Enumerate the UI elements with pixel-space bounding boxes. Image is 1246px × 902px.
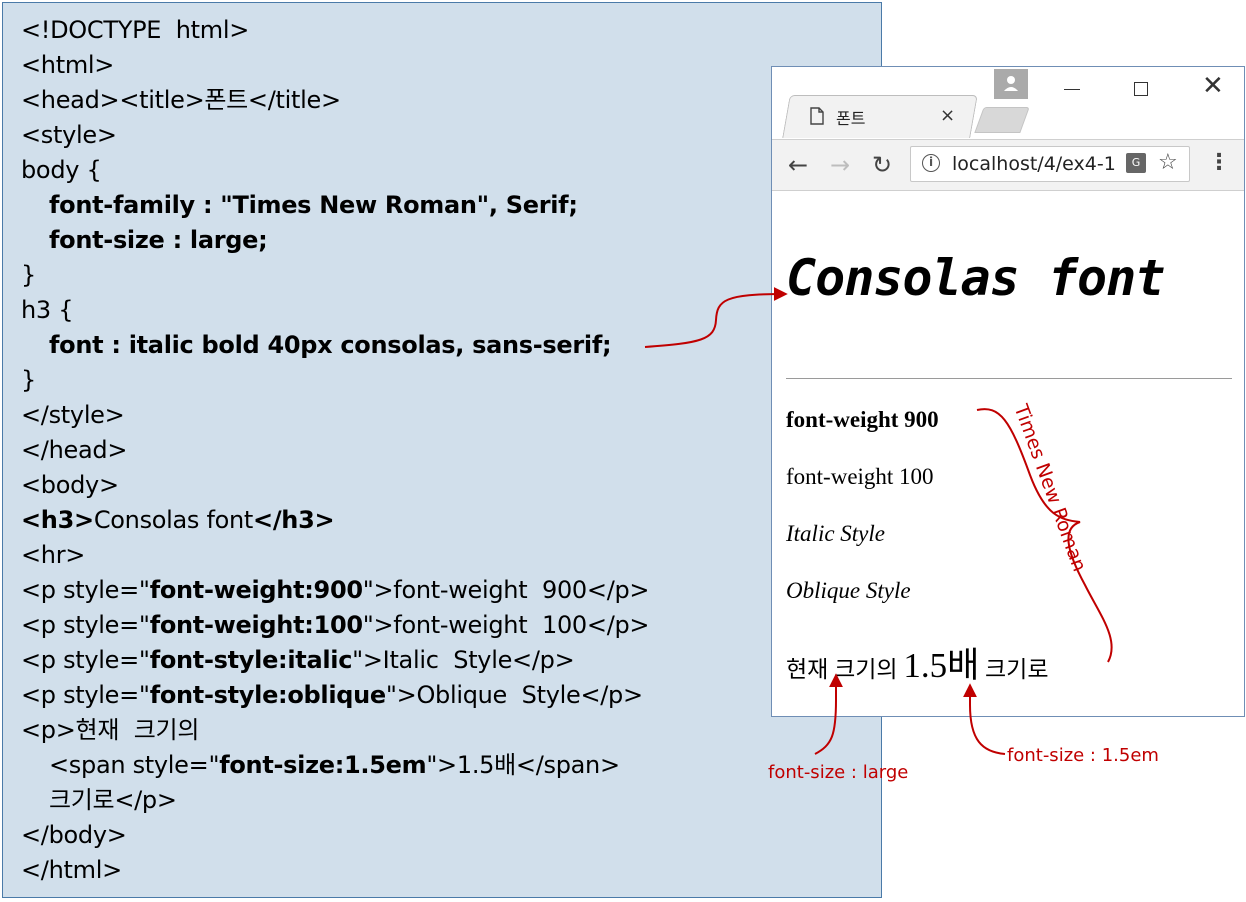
- code-line: }: [21, 363, 36, 397]
- paragraph-size-post: 크기로: [979, 657, 1049, 682]
- maximize-icon[interactable]: [1134, 82, 1148, 96]
- code-bold: font-size : large;: [49, 226, 268, 254]
- code-bold: </h3>: [253, 506, 335, 534]
- code-line: </html>: [21, 853, 122, 887]
- code-line: <p style="font-weight:900">font-weight 9…: [21, 573, 650, 607]
- code-text: <p>현재 크기의: [21, 716, 200, 744]
- code-panel: <!DOCTYPE html> <html> <head><title>폰트</ti…: [2, 2, 882, 898]
- code-bold: font-weight:100: [149, 611, 363, 639]
- code-text: ">1.5배</span>: [426, 751, 620, 779]
- code-line: h3 {: [21, 293, 73, 327]
- code-bold: font : italic bold 40px consolas, sans-s…: [49, 331, 612, 359]
- annotation-font-size-15em: font-size : 1.5em: [1007, 745, 1159, 766]
- code-text: <style>: [21, 121, 117, 149]
- code-line: </body>: [21, 818, 127, 852]
- paragraph-oblique: Oblique Style: [786, 578, 911, 603]
- code-text: ">font-weight 900</p>: [362, 576, 650, 604]
- code-line: <span style="font-size:1.5em">1.5배</span…: [49, 748, 620, 782]
- code-text: </head>: [21, 436, 128, 464]
- page-icon: [810, 107, 824, 125]
- page-heading: Consolas font: [786, 249, 1165, 307]
- code-text: <head><title>폰트</title>: [21, 86, 341, 114]
- code-text: <hr>: [21, 541, 86, 569]
- forward-arrow-icon[interactable]: →: [830, 151, 850, 179]
- paragraph-italic: Italic Style: [786, 521, 885, 546]
- tab-title: 폰트: [836, 109, 866, 128]
- paragraph-weight-100: font-weight 100: [786, 464, 934, 489]
- code-line: <style>: [21, 118, 117, 152]
- code-line: <hr>: [21, 538, 85, 572]
- code-line: <!DOCTYPE html>: [21, 13, 249, 47]
- code-line: 크기로</p>: [49, 783, 177, 817]
- code-line: <p>현재 크기의: [21, 713, 199, 747]
- translate-icon[interactable]: G: [1126, 153, 1146, 173]
- url-text[interactable]: localhost/4/ex4-1: [952, 153, 1116, 175]
- code-bold: <h3>: [21, 506, 94, 534]
- code-text: <p style=": [21, 681, 150, 709]
- code-bold: font-weight:900: [149, 576, 363, 604]
- code-text: <!DOCTYPE html>: [21, 16, 250, 44]
- menu-dots-icon[interactable]: ⋮: [1208, 150, 1230, 175]
- code-line: body {: [21, 153, 102, 187]
- code-text: ">Oblique Style</p>: [385, 681, 643, 709]
- code-line: <p style="font-weight:100">font-weight 1…: [21, 608, 650, 642]
- code-line: <html>: [21, 48, 114, 82]
- code-text: <span style=": [49, 751, 220, 779]
- code-text: h3 {: [21, 296, 74, 324]
- paragraph-size: 현재 크기의 1.5배 크기로: [786, 637, 1049, 688]
- page-divider: [786, 378, 1232, 379]
- new-tab-button[interactable]: [974, 107, 1030, 133]
- code-text: Consolas font: [93, 506, 254, 534]
- code-text: ">font-weight 100</p>: [362, 611, 650, 639]
- code-text: <p style=": [21, 646, 150, 674]
- browser-window: 폰트 × ✕ ← → ↻ i localhost/4/ex4-1 G ☆ ⋮ C…: [771, 66, 1245, 717]
- profile-icon[interactable]: [994, 69, 1028, 99]
- code-text: }: [21, 261, 36, 289]
- code-bold: font-style:oblique: [149, 681, 387, 709]
- code-line: font : italic bold 40px consolas, sans-s…: [49, 328, 612, 362]
- back-arrow-icon[interactable]: ←: [788, 151, 808, 179]
- tab-close-icon[interactable]: ×: [940, 105, 955, 126]
- code-bold: font-size:1.5em: [219, 751, 427, 779]
- code-line: font-family : "Times New Roman", Serif;: [49, 188, 578, 222]
- code-line: </head>: [21, 433, 127, 467]
- close-icon[interactable]: ✕: [1202, 71, 1224, 101]
- paragraph-weight-900: font-weight 900: [786, 407, 939, 432]
- reload-icon[interactable]: ↻: [872, 151, 892, 179]
- code-text: 크기로</p>: [49, 786, 177, 814]
- code-line: </style>: [21, 398, 125, 432]
- code-line: <p style="font-style:italic">Italic Styl…: [21, 643, 575, 677]
- info-icon[interactable]: i: [922, 154, 940, 172]
- code-bold: font-style:italic: [149, 646, 353, 674]
- paragraph-size-big: 1.5배: [903, 646, 980, 685]
- code-line: <body>: [21, 468, 119, 502]
- code-line: font-size : large;: [49, 223, 268, 257]
- code-bold: font-family : "Times New Roman", Serif;: [49, 191, 578, 219]
- code-text: body {: [21, 156, 102, 184]
- code-line: <head><title>폰트</title>: [21, 83, 341, 117]
- code-text: </html>: [21, 856, 122, 884]
- annotation-font-size-large: font-size : large: [768, 762, 909, 783]
- code-text: ">Italic Style</p>: [352, 646, 575, 674]
- paragraph-size-pre: 현재 크기의: [786, 657, 904, 682]
- minimize-icon[interactable]: [1064, 89, 1080, 90]
- code-line: }: [21, 258, 36, 292]
- code-text: <html>: [21, 51, 115, 79]
- code-text: <p style=": [21, 611, 150, 639]
- code-line: <p style="font-style:oblique">Oblique St…: [21, 678, 643, 712]
- code-text: </style>: [21, 401, 125, 429]
- code-text: <p style=": [21, 576, 150, 604]
- code-text: }: [21, 366, 36, 394]
- code-line: <h3>Consolas font</h3>: [21, 503, 335, 537]
- star-icon[interactable]: ☆: [1158, 150, 1178, 175]
- code-text: </body>: [21, 821, 127, 849]
- code-text: <body>: [21, 471, 119, 499]
